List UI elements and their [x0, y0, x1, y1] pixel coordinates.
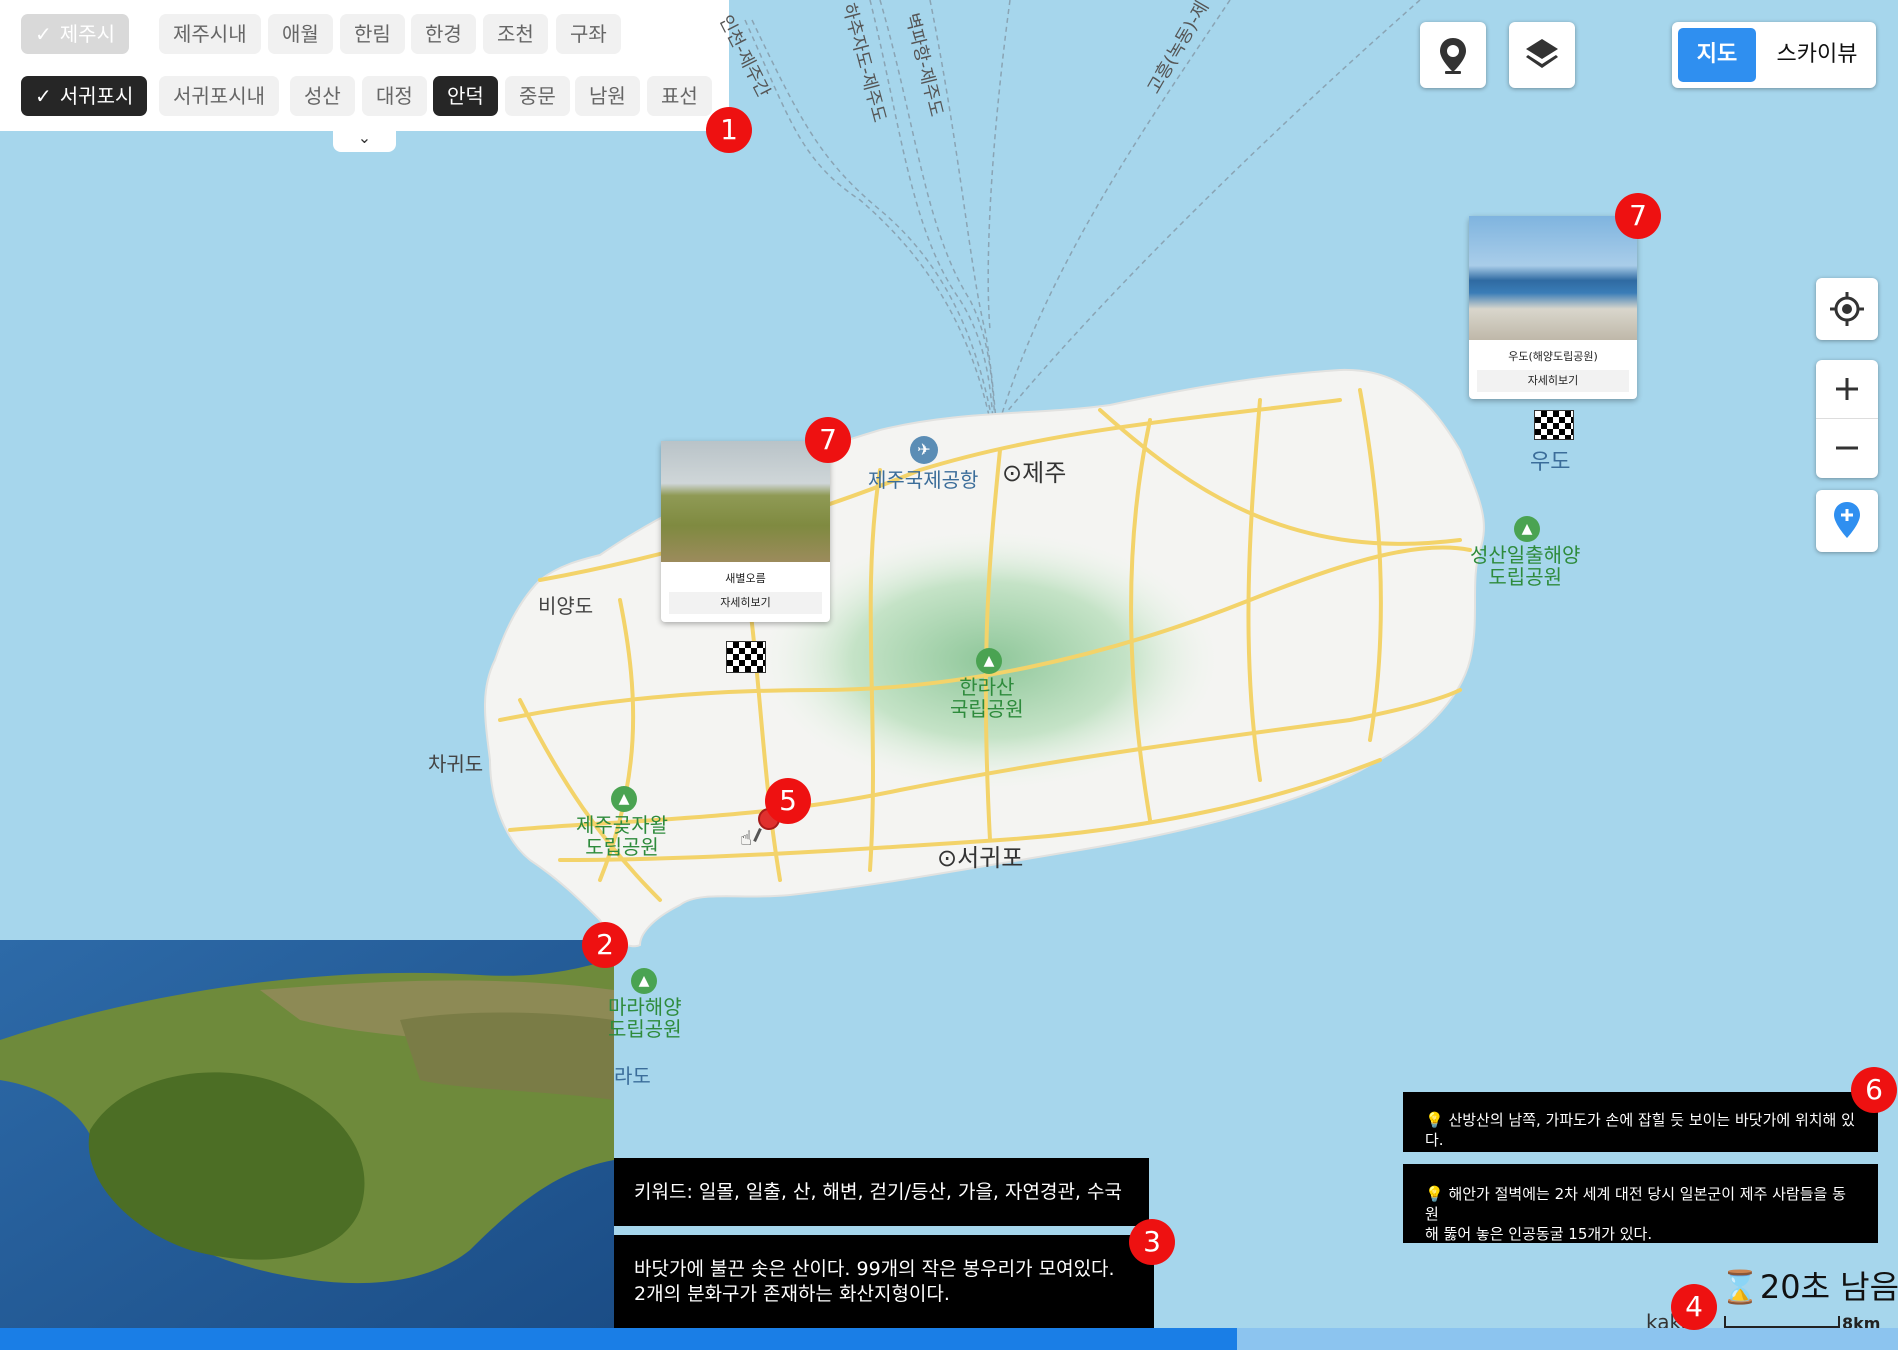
airport-icon: ✈ [910, 436, 938, 464]
zoom-out-button[interactable] [1816, 419, 1878, 478]
annotation-badge: 5 [765, 778, 811, 824]
crosshair-icon [1830, 292, 1864, 326]
label-jeju-city: ⊙제주 [1002, 459, 1067, 487]
description-line: 2개의 분화구가 존재하는 화산지형이다. [634, 1283, 950, 1305]
map-type-toggle: 지도 스카이뷰 [1672, 22, 1876, 88]
ferry-routes [744, 0, 1421, 421]
annotation-badge: 4 [1671, 1284, 1717, 1330]
label-biyangdo: 비양도 [538, 594, 594, 618]
filter-chip-2-6[interactable]: 남원 [575, 76, 640, 116]
minus-icon [1836, 446, 1858, 450]
park-icon-mara: ▲ [631, 968, 657, 994]
current-location-button[interactable] [1816, 278, 1878, 340]
filter-chip-2-2[interactable]: 성산 [290, 76, 355, 116]
annotation-badge: 6 [1851, 1067, 1897, 1113]
annotation-badge: 7 [805, 417, 851, 463]
filter-chip-1-6[interactable]: 구좌 [556, 14, 621, 54]
filter-chip-label: 중문 [519, 84, 556, 108]
hint-box-2: 💡 해안가 절벽에는 2차 세계 대전 당시 일본군이 제주 사람들을 동원 해… [1403, 1164, 1878, 1243]
time-progress-fill [0, 1328, 1238, 1350]
label-mara: 마라해양 도립공원 [608, 995, 682, 1041]
filter-chip-label: 구좌 [570, 22, 607, 46]
place-photo [661, 441, 830, 562]
filter-chip-1-1[interactable]: 제주시내 [159, 14, 261, 54]
add-marker-button[interactable] [1816, 490, 1878, 552]
filter-chip-label: 안덕 [447, 84, 484, 108]
hand-cursor-icon: ☝ [740, 826, 753, 850]
filter-chip-label: 제주시 [59, 22, 115, 46]
zoom-in-button[interactable] [1816, 360, 1878, 419]
hint-box-1: 💡 산방산의 남쪽, 가파도가 손에 잡힐 듯 보이는 바닷가에 위치해 있다. [1403, 1092, 1878, 1152]
filter-chip-2-7[interactable]: 표선 [647, 76, 712, 116]
filter-chip-label: 애월 [282, 22, 319, 46]
filter-chip-label: 제주시내 [173, 22, 247, 46]
details-button[interactable]: 자세히보기 [669, 592, 822, 614]
marker-toggle-button[interactable] [1420, 22, 1486, 88]
keywords-box: 키워드: 일몰, 일출, 산, 해변, 걷기/등산, 가을, 자연경관, 수국 [614, 1158, 1149, 1226]
label-marado: 라도 [614, 1064, 651, 1088]
filter-chip-2-5[interactable]: 중문 [505, 76, 570, 116]
label-hallasan: 한라산 국립공원 [950, 675, 1024, 721]
countdown-timer: ⌛20초 남음 [1720, 1268, 1898, 1306]
filter-chip-1-2[interactable]: 애월 [268, 14, 333, 54]
label-udo: 우도 [1530, 450, 1571, 475]
zoom-control [1816, 360, 1878, 478]
filter-chip-2-1[interactable]: 서귀포시내 [159, 76, 279, 116]
annotation-badge: 7 [1615, 193, 1661, 239]
hint-line: 해 뚫어 놓은 인공동굴 15개가 있다. [1425, 1225, 1653, 1243]
annotation-badge: 3 [1129, 1219, 1175, 1265]
filter-chip-2-3[interactable]: 대정 [362, 76, 427, 116]
filter-chip-1-4[interactable]: 한경 [411, 14, 476, 54]
park-icon-gotjawal: ▲ [611, 786, 637, 812]
park-icon-seongsan: ▲ [1514, 516, 1540, 542]
label-gotjawal: 제주곶자왈 도립공원 [576, 813, 668, 859]
chevron-down-icon: ⌄ [357, 128, 372, 147]
park-icon-hallasan: ▲ [976, 648, 1002, 674]
label-chagwido: 차귀도 [428, 752, 484, 776]
filter-chip-label: 남원 [589, 84, 626, 108]
place-card-saebyeol[interactable]: 새별오름 자세히보기 [661, 441, 830, 622]
filter-chip-2-0[interactable]: ✓ 서귀포시 [21, 76, 148, 116]
plus-icon [1836, 378, 1858, 400]
annotation-badge: 2 [582, 922, 628, 968]
filter-chip-label: 서귀포시 [59, 84, 134, 108]
filter-chip-label: 한경 [425, 22, 462, 46]
label-seongsan: 성산일출해양 도립공원 [1470, 543, 1581, 589]
filter-chip-label: 표선 [661, 84, 698, 108]
layers-button[interactable] [1509, 22, 1575, 88]
place-name: 우도(해양도립공원) [1508, 350, 1598, 363]
description-box: 바닷가에 불끈 솟은 산이다. 99개의 작은 봉우리가 모여있다. 2개의 분… [614, 1235, 1154, 1328]
flag-icon-saebyeol[interactable] [726, 641, 766, 673]
map-type-skyview-button[interactable]: 스카이뷰 [1764, 28, 1870, 82]
hint-line: 💡 해안가 절벽에는 2차 세계 대전 당시 일본군이 제주 사람들을 동원 [1425, 1185, 1846, 1223]
place-photo [1469, 216, 1637, 340]
filter-chip-label: 서귀포시내 [173, 84, 265, 108]
filter-chip-1-5[interactable]: 조천 [483, 14, 548, 54]
annotation-badge: 1 [706, 107, 752, 153]
layers-icon [1526, 39, 1558, 68]
filter-chip-label: 한림 [354, 22, 391, 46]
filter-chip-1-3[interactable]: 한림 [340, 14, 405, 54]
aerial-photo [0, 940, 614, 1328]
filter-chip-label: 성산 [304, 84, 341, 108]
filter-chip-2-4[interactable]: 안덕 [433, 76, 498, 116]
map-type-map-button[interactable]: 지도 [1678, 28, 1756, 82]
time-progress-bar [0, 1328, 1898, 1350]
map-pin-icon [1440, 38, 1466, 74]
label-seogwipo-city: ⊙서귀포 [937, 844, 1024, 872]
add-pin-icon [1834, 502, 1860, 538]
expand-filter-tab[interactable]: ⌄ [333, 128, 396, 152]
check-icon: ✓ [35, 22, 52, 46]
filter-chip-label: 조천 [497, 22, 534, 46]
place-name: 새별오름 [725, 572, 766, 585]
flag-icon-udo[interactable] [1534, 410, 1574, 440]
description-line: 바닷가에 불끈 솟은 산이다. 99개의 작은 봉우리가 모여있다. [634, 1258, 1115, 1280]
place-card-udo[interactable]: 우도(해양도립공원) 자세히보기 [1469, 216, 1637, 399]
scale-bar [1724, 1316, 1840, 1328]
details-button[interactable]: 자세히보기 [1477, 370, 1629, 392]
filter-chip-label: 대정 [376, 84, 413, 108]
filter-chip-1-0[interactable]: ✓ 제주시 [21, 14, 129, 54]
check-icon: ✓ [35, 84, 52, 108]
label-airport: 제주국제공항 [868, 468, 979, 492]
